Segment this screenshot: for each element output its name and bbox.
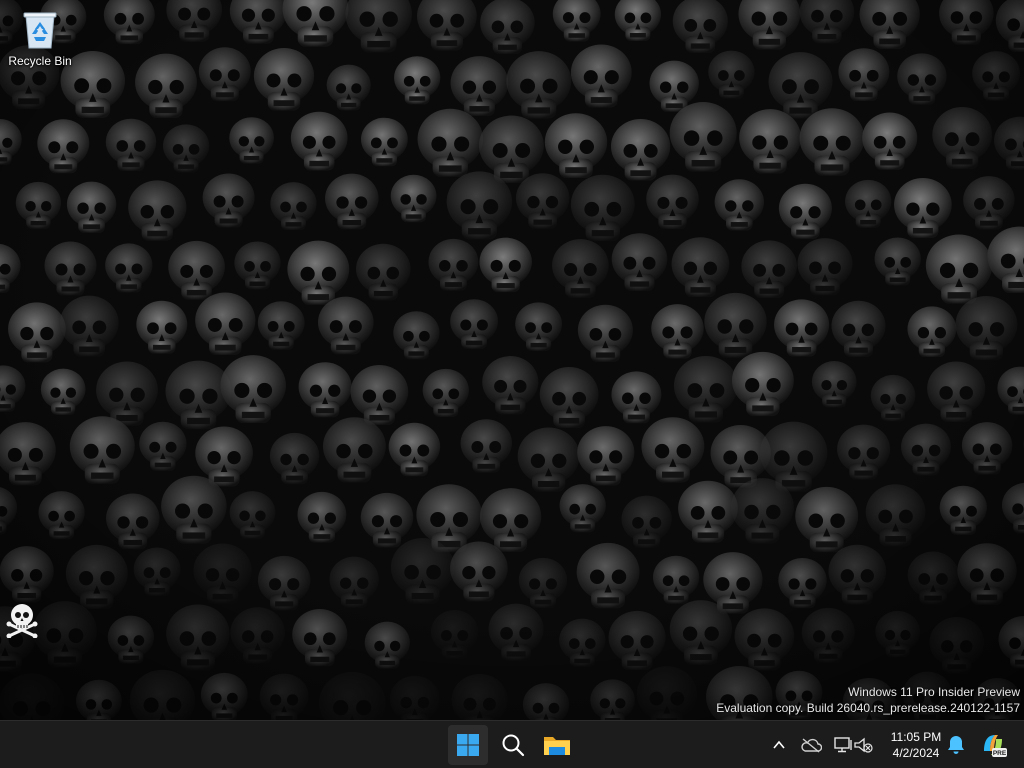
watermark-line-2: Evaluation copy. Build 26040.rs_prerelea…: [716, 701, 1020, 715]
start-button[interactable]: [448, 725, 488, 765]
file-explorer-button[interactable]: [537, 725, 577, 765]
folder-icon: [544, 737, 570, 755]
desktop[interactable]: Recycle Bin Windows 11 Pro Insider Previ…: [0, 0, 1024, 720]
show-hidden-icons-button[interactable]: [767, 733, 791, 757]
windows-logo-icon: [457, 734, 479, 756]
recycle-bin-shortcut[interactable]: Recycle Bin: [4, 8, 76, 68]
copilot-pre-button[interactable]: PRE: [978, 730, 1008, 760]
recycle-bin-icon: [23, 12, 57, 49]
skull-crossbones-icon: [6, 604, 38, 638]
skull-shortcut[interactable]: [4, 602, 40, 638]
copilot-icon: PRE: [984, 735, 1007, 757]
search-button[interactable]: [493, 725, 533, 765]
clock-time: 11:05 PM: [890, 730, 942, 744]
taskbar: 11:05 PM 4/2/2024 PRE: [0, 720, 1024, 768]
wallpaper-skulls: [0, 0, 1024, 720]
bell-icon: [948, 736, 964, 754]
network-volume-tray-button[interactable]: [831, 733, 875, 757]
onedrive-tray-button[interactable]: [799, 733, 823, 757]
clock-date: 4/2/2024: [892, 746, 940, 760]
search-icon: [502, 734, 525, 757]
windows-evaluation-watermark: Windows 11 Pro Insider Preview Evaluatio…: [716, 684, 1020, 716]
watermark-line-1: Windows 11 Pro Insider Preview: [848, 685, 1020, 699]
volume-muted-icon: [854, 737, 873, 753]
notifications-button[interactable]: [944, 733, 968, 757]
pre-badge-label: PRE: [993, 750, 1007, 757]
onedrive-icon: [801, 738, 822, 753]
clock-button[interactable]: 11:05 PM 4/2/2024: [882, 729, 950, 761]
recycle-bin-label: Recycle Bin: [8, 54, 72, 68]
network-icon: [834, 737, 852, 753]
chevron-up-icon: [773, 740, 785, 749]
